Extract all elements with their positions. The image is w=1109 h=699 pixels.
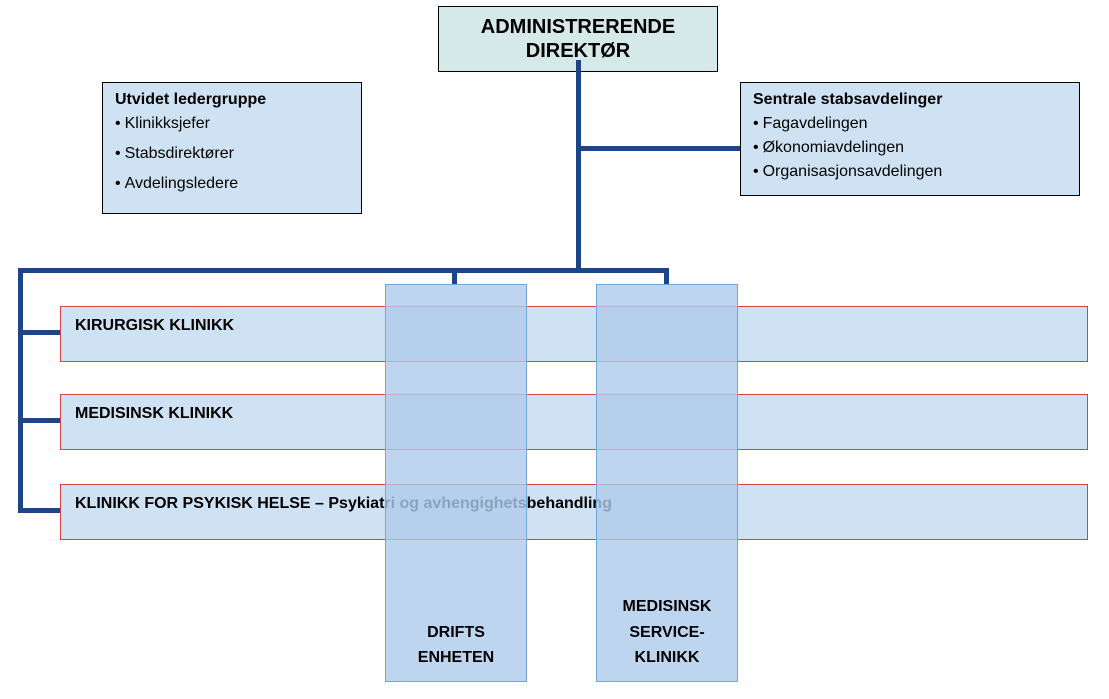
medserv-unit-box: MEDISINSK SERVICE- KLINIKK [596, 284, 738, 682]
clinic-label: KIRURGISK KLINIKK [75, 317, 234, 334]
drifts-line-2: ENHETEN [386, 645, 526, 671]
connector [576, 60, 581, 270]
medserv-line-1: MEDISINSK [597, 594, 737, 620]
clinic-label: MEDISINSK KLINIKK [75, 405, 233, 422]
right-sidebox-title: Sentrale stabsavdelinger [753, 91, 1067, 109]
connector [18, 268, 23, 513]
left-sidebox-item: Stabsdirektører [115, 145, 349, 163]
medserv-line-3: KLINIKK [597, 645, 737, 671]
clinic-label: KLINIKK FOR PSYKISK HELSE – Psykiatri og… [75, 495, 612, 512]
left-sidebox-item: Avdelingsledere [115, 175, 349, 193]
connector [664, 268, 669, 284]
clinic-box-1: KIRURGISK KLINIKK [60, 306, 1088, 362]
drifts-line-1: DRIFTS [386, 620, 526, 646]
connector [18, 508, 60, 513]
connector [18, 330, 60, 335]
left-sidebox-title: Utvidet ledergruppe [115, 91, 349, 109]
right-sidebox-item: Økonomiavdelingen [753, 139, 1067, 157]
connector [18, 418, 60, 423]
connector [18, 268, 668, 273]
clinic-box-2: MEDISINSK KLINIKK [60, 394, 1088, 450]
connector [576, 146, 740, 151]
left-sidebox-item: Klinikksjefer [115, 115, 349, 133]
right-sidebox: Sentrale stabsavdelinger Fagavdelingen Ø… [740, 82, 1080, 196]
right-sidebox-item: Organisasjonsavdelingen [753, 163, 1067, 181]
right-sidebox-item: Fagavdelingen [753, 115, 1067, 133]
connector [452, 268, 457, 284]
drifts-unit-box: DRIFTS ENHETEN [385, 284, 527, 682]
left-sidebox: Utvidet ledergruppe Klinikksjefer Stabsd… [102, 82, 362, 214]
medserv-line-2: SERVICE- [597, 620, 737, 646]
director-line-1: ADMINISTRERENDE [459, 15, 697, 39]
clinic-box-3: KLINIKK FOR PSYKISK HELSE – Psykiatri og… [60, 484, 1088, 540]
